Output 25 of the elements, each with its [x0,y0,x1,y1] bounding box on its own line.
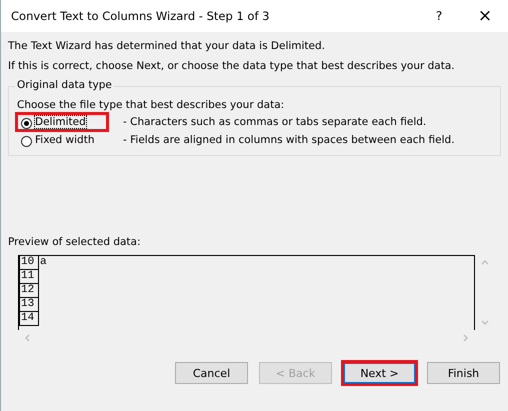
window-title: Convert Text to Columns Wizard - Step 1 of 3 [11,9,270,23]
scroll-up-icon[interactable] [481,259,489,265]
group-title: Original data type [15,79,114,91]
option-description: - Characters such as commas or tabs separate each field. [123,116,426,128]
row-number: 14 [19,312,39,326]
dialog-button[interactable]: Next > [343,362,416,384]
scroll-right-icon[interactable] [463,334,469,342]
intro-text: If this is correct, choose Next, or choose the data type that best describes your data. [8,60,456,72]
intro-text: The Text Wizard has determined that your data is Delimited. [8,40,326,52]
radio-option[interactable]: Delimited [17,115,105,129]
close-button[interactable]: × [462,0,508,32]
help-button[interactable]: ? [416,0,462,32]
option-description: - Fields are aligned in columns with spaces between each field. [123,134,455,146]
row-number: 13 [19,298,39,312]
preview-cell: a [39,256,47,270]
prompt-text: Choose the file type that best describes your data: [17,99,286,111]
row-number: 10 [19,256,39,270]
scroll-down-icon[interactable] [481,320,489,326]
radio-option[interactable]: Fixed width [17,133,105,147]
dialog-button[interactable]: Cancel [175,362,248,384]
scroll-left-icon[interactable] [24,334,30,342]
row-number: 11 [19,270,39,284]
dialog-button[interactable]: Finish [427,362,500,384]
preview-label: Preview of selected data: [8,236,142,248]
row-number: 12 [19,284,39,298]
